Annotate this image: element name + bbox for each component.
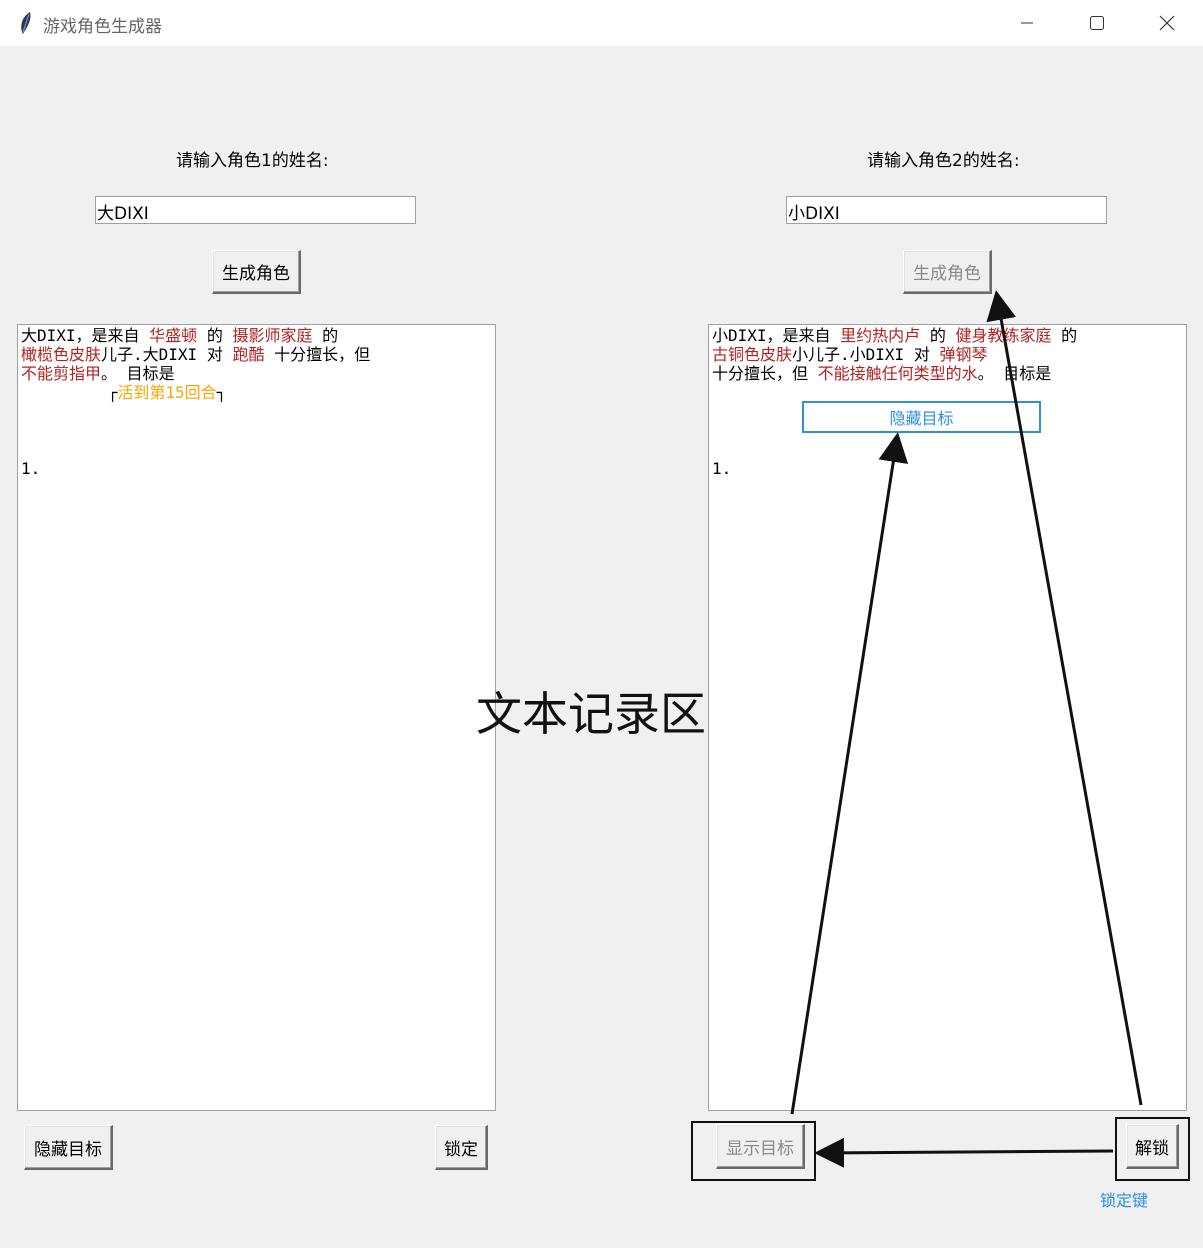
annotation-arrows (790, 290, 1143, 1168)
arrow-show-goal-to-goal-box (790, 432, 909, 1115)
arrow-unlock-to-show-goal (814, 1137, 1114, 1168)
arrow-unlock-to-generate-button (986, 290, 1143, 1106)
